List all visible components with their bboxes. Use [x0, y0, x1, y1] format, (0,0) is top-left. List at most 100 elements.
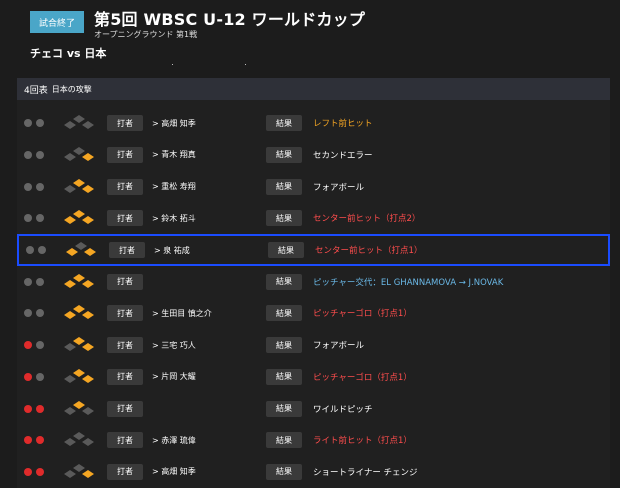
- result-label: 結果: [266, 178, 302, 195]
- base-runners-icon: [65, 241, 97, 259]
- base-runners-icon: [63, 336, 95, 354]
- out-dot-icon: [24, 404, 32, 413]
- outs-indicator: [24, 119, 44, 128]
- play-row[interactable]: 打者 結果 ワイルドピッチ: [17, 393, 610, 425]
- batter-label: 打者: [107, 210, 143, 227]
- outs-indicator: [24, 404, 44, 413]
- batter-name[interactable]: > 青木 翔真: [152, 149, 196, 160]
- base-runners-icon: [63, 304, 95, 322]
- attack-team-label: 日本の攻撃: [51, 84, 92, 94]
- result-label: 結果: [266, 273, 302, 290]
- play-result: フォアボール: [313, 341, 365, 352]
- result-label: 結果: [266, 368, 302, 385]
- inning-header: 4回表 日本の攻撃: [17, 78, 610, 100]
- out-dot-icon: [24, 372, 32, 381]
- batter-label: 打者: [107, 115, 143, 132]
- play-result: ライト前ヒット（打点1）: [313, 436, 412, 447]
- outs-indicator: [24, 214, 44, 223]
- play-result: センター前ヒット（打点2）: [313, 214, 421, 225]
- play-result: ピッチャーゴロ（打点1）: [313, 309, 412, 320]
- divider-dot: [245, 64, 246, 65]
- out-dot-icon: [36, 150, 44, 159]
- out-dot-icon: [36, 119, 44, 128]
- play-row[interactable]: 打者 > 青木 翔真 結果 セカンドエラー: [17, 139, 610, 171]
- batter-name[interactable]: > 三宅 巧人: [152, 340, 196, 351]
- play-row[interactable]: 打者 > 赤澤 琉偉 結果 ライト前ヒット（打点1）: [17, 425, 610, 457]
- play-result: フォアボール: [313, 182, 365, 193]
- batter-name[interactable]: > 高畑 知季: [152, 466, 196, 477]
- out-dot-icon: [24, 467, 32, 476]
- result-label: 結果: [266, 305, 302, 322]
- base-runners-icon: [63, 368, 95, 386]
- base-runners-icon: [63, 178, 95, 196]
- outs-indicator: [24, 150, 44, 159]
- base-runners-icon: [63, 463, 95, 481]
- inning-label: 4回表: [24, 85, 48, 96]
- batter-name[interactable]: > 赤澤 琉偉: [152, 435, 196, 446]
- outs-indicator: [24, 182, 44, 191]
- batter-label: 打者: [107, 400, 143, 417]
- base-runners-icon: [63, 400, 95, 418]
- play-row[interactable]: 打者 > 高畑 知季 結果 ショートライナー チェンジ: [17, 456, 610, 488]
- tournament-title: 第5回 WBSC U-12 ワールドカップ: [94, 10, 366, 29]
- play-row[interactable]: 打者 > 三宅 巧人 結果 フォアボール: [17, 329, 610, 361]
- play-by-play-panel: 4回表 日本の攻撃 打者 > 高畑 知季 結果 レフト前ヒット 打者 > 青木 翔真 結果セ…: [17, 78, 610, 488]
- outs-indicator: [24, 372, 44, 381]
- batter-name[interactable]: > 生田目 慎之介: [152, 308, 212, 319]
- out-dot-icon: [36, 214, 44, 223]
- out-dot-icon: [24, 309, 32, 318]
- outs-indicator: [26, 246, 46, 255]
- play-row[interactable]: 打者 > 泉 祐成 結果 センター前ヒット（打点1）: [17, 234, 610, 266]
- out-dot-icon: [24, 119, 32, 128]
- play-result: センター前ヒット（打点1）: [315, 246, 423, 257]
- play-row[interactable]: 打者 > 鈴木 拓斗 結果 センター前ヒット（打点2）: [17, 203, 610, 235]
- outs-indicator: [24, 277, 44, 286]
- out-dot-icon: [24, 341, 32, 350]
- divider-dot: [172, 64, 173, 65]
- result-label: 結果: [266, 463, 302, 480]
- out-dot-icon: [26, 246, 34, 255]
- base-runners-icon: [63, 209, 95, 227]
- play-result: ワイルドピッチ: [313, 404, 373, 415]
- out-dot-icon: [36, 467, 44, 476]
- out-dot-icon: [36, 277, 44, 286]
- base-runners-icon: [63, 273, 95, 291]
- out-dot-icon: [24, 150, 32, 159]
- play-result: ショートライナー チェンジ: [313, 467, 418, 478]
- batter-name[interactable]: > 泉 祐成: [154, 245, 190, 256]
- matchup-label: チェコ vs 日本: [30, 47, 107, 60]
- play-result: セカンドエラー: [313, 150, 373, 161]
- batter-name[interactable]: > 鈴木 拓斗: [152, 213, 196, 224]
- out-dot-icon: [36, 404, 44, 413]
- play-row[interactable]: 打者 > 生田目 慎之介 結果 ピッチャーゴロ（打点1）: [17, 298, 610, 330]
- round-subtitle: オープニングラウンド 第1戦: [94, 30, 198, 39]
- batter-label: 打者: [107, 178, 143, 195]
- play-row[interactable]: 打者 > 重松 寿翔 結果 フォアボール: [17, 171, 610, 203]
- result-label: 結果: [266, 210, 302, 227]
- batter-name[interactable]: > 片岡 大耀: [152, 371, 196, 382]
- out-dot-icon: [24, 182, 32, 191]
- batter-name[interactable]: > 重松 寿翔: [152, 181, 196, 192]
- play-row[interactable]: 打者 > 片岡 大耀 結果 ピッチャーゴロ（打点1）: [17, 361, 610, 393]
- batter-label: 打者: [107, 337, 143, 354]
- outs-indicator: [24, 467, 44, 476]
- batter-label: 打者: [107, 146, 143, 163]
- base-runners-icon: [63, 114, 95, 132]
- out-dot-icon: [38, 246, 46, 255]
- game-header: 試合終了 第5回 WBSC U-12 ワールドカップ オープニングラウンド 第1…: [0, 0, 620, 76]
- out-dot-icon: [36, 309, 44, 318]
- outs-indicator: [24, 309, 44, 318]
- outs-indicator: [24, 436, 44, 445]
- play-row[interactable]: 打者 > 高畑 知季 結果 レフト前ヒット: [17, 108, 610, 140]
- batter-name[interactable]: > 高畑 知季: [152, 118, 196, 129]
- result-label: 結果: [266, 115, 302, 132]
- batter-label: 打者: [107, 305, 143, 322]
- play-row[interactable]: 打者 結果 ピッチャー交代：EL GHANNAMOVA → J.NOVAK: [17, 266, 610, 298]
- batter-label: 打者: [107, 273, 143, 290]
- out-dot-icon: [24, 277, 32, 286]
- outs-indicator: [24, 341, 44, 350]
- play-result: ピッチャーゴロ（打点1）: [313, 372, 412, 383]
- game-status-badge: 試合終了: [30, 11, 84, 33]
- out-dot-icon: [36, 182, 44, 191]
- result-label: 結果: [266, 337, 302, 354]
